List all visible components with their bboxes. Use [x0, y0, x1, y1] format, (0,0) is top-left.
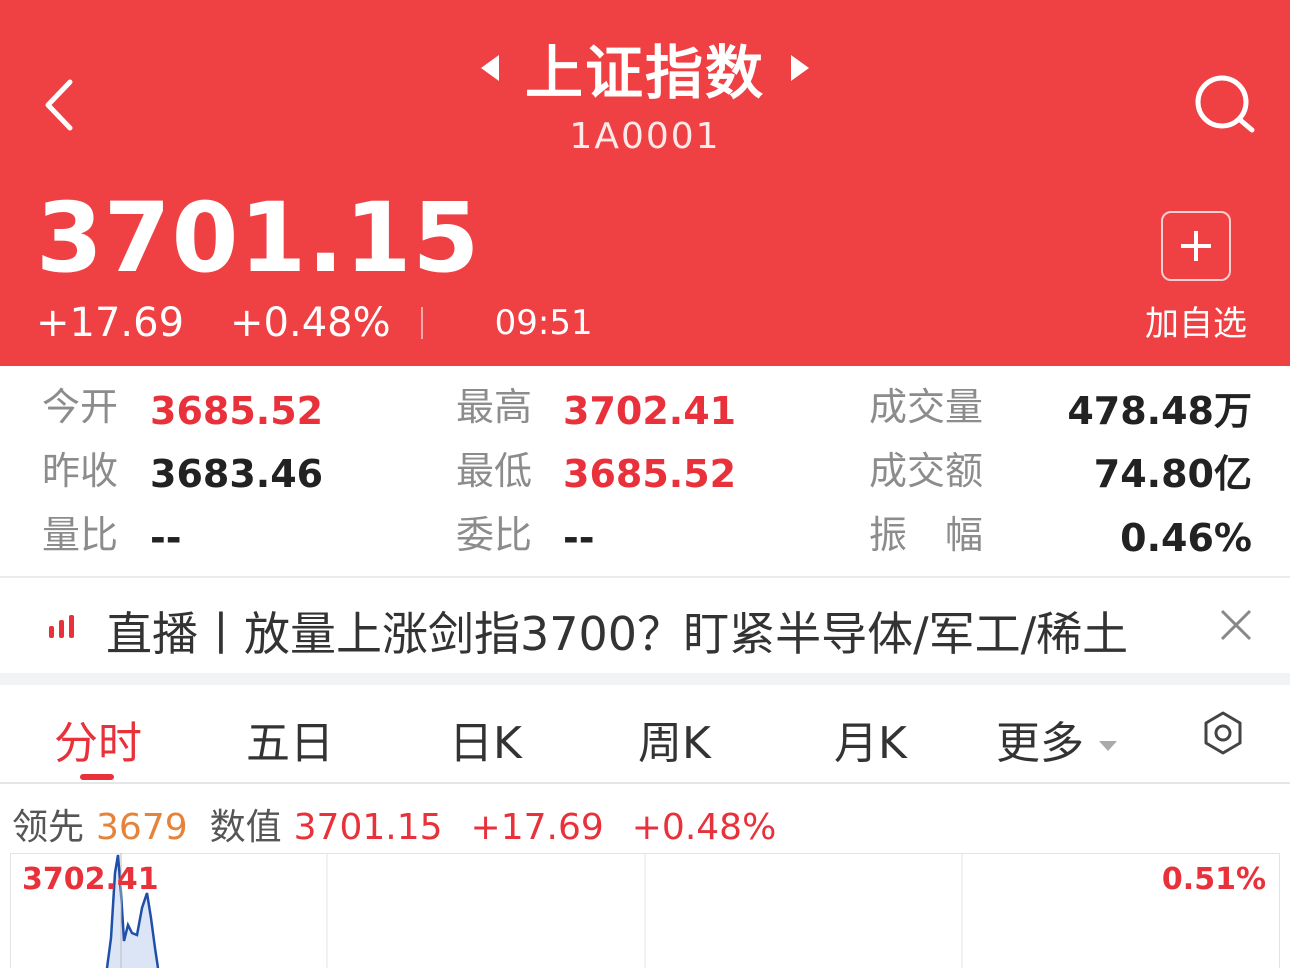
indicator-bar: 领先 3679 数值 3701.15 +17.69 +0.48% — [12, 798, 804, 850]
settings-hexagon-icon[interactable] — [1200, 710, 1246, 756]
active-tab-indicator — [80, 774, 114, 780]
tab-intraday[interactable]: 分时 — [54, 707, 142, 771]
tab-five-day[interactable]: 五日 — [246, 707, 334, 771]
triangle-down-icon — [1099, 741, 1117, 751]
amplitude-value: 0.46% — [1120, 516, 1252, 560]
stock-header: 上证指数 1A0001 3701.15 +17.69 +0.48% 09:51 … — [0, 0, 1290, 366]
volume-ratio-label: 量比 — [42, 513, 119, 557]
stats-panel: 今开 3685.52 最高 3702.41 成交量 478.48万 昨收 368… — [0, 366, 1290, 576]
indicator-change: +17.69 — [470, 807, 604, 848]
plus-icon — [1181, 231, 1211, 261]
low-label: 最低 — [456, 449, 533, 493]
change-value: +17.69 — [36, 300, 185, 346]
divider — [420, 307, 423, 339]
volume-ratio-value: -- — [150, 516, 182, 560]
chart-high-label: 3702.41 — [22, 862, 159, 897]
chart-tabs: 分时 五日 日K 周K 月K 更多 — [0, 685, 1290, 783]
current-price: 3701.15 — [36, 182, 481, 294]
order-ratio-label: 委比 — [456, 513, 533, 557]
stock-code: 1A0001 — [569, 116, 721, 157]
live-bars-icon — [49, 615, 74, 638]
high-value: 3702.41 — [563, 389, 737, 433]
live-headline[interactable]: 直播丨放量上涨剑指3700？盯紧半导体/军工/稀土 — [106, 598, 1166, 664]
change-row: +17.69 +0.48% 09:51 — [36, 300, 593, 346]
add-watchlist-button[interactable] — [1161, 211, 1231, 281]
intraday-chart[interactable] — [10, 853, 1280, 968]
tab-more-label: 更多 — [996, 718, 1084, 769]
title-row: 上证指数 — [0, 28, 1290, 108]
open-value: 3685.52 — [150, 389, 324, 433]
tab-weekly-k[interactable]: 周K — [638, 707, 711, 771]
page-title: 上证指数 — [524, 39, 765, 107]
section-spacer — [0, 673, 1290, 685]
quote-time: 09:51 — [494, 303, 593, 343]
prev-close-value: 3683.46 — [150, 452, 324, 496]
triangle-right-icon[interactable] — [789, 53, 811, 83]
indicator-change-percent: +0.48% — [631, 807, 777, 848]
chart-high-percent-label: 0.51% — [1161, 862, 1266, 897]
tab-monthly-k[interactable]: 月K — [834, 707, 907, 771]
triangle-left-icon[interactable] — [479, 53, 501, 83]
close-icon[interactable] — [1218, 607, 1254, 643]
indicator-value: 3701.15 — [293, 807, 443, 848]
change-percent: +0.48% — [230, 300, 391, 346]
order-ratio-value: -- — [563, 516, 595, 560]
tab-daily-k[interactable]: 日K — [449, 707, 522, 771]
divider — [0, 782, 1290, 784]
prev-close-label: 昨收 — [42, 449, 119, 493]
lead-label: 领先 — [12, 807, 85, 848]
tab-more[interactable]: 更多 — [996, 707, 1118, 771]
high-label: 最高 — [456, 385, 533, 429]
low-value: 3685.52 — [563, 452, 737, 496]
value-label: 数值 — [209, 807, 282, 848]
add-watchlist-label[interactable]: 加自选 — [1136, 296, 1256, 345]
search-icon[interactable] — [1192, 72, 1258, 138]
open-label: 今开 — [42, 385, 119, 429]
lead-value: 3679 — [96, 807, 188, 848]
amplitude-label: 振 幅 — [869, 513, 984, 557]
volume-label: 成交量 — [869, 385, 984, 429]
amount-value: 74.80亿 — [1093, 452, 1252, 496]
amount-label: 成交额 — [869, 449, 984, 493]
volume-value: 478.48万 — [1067, 389, 1252, 433]
